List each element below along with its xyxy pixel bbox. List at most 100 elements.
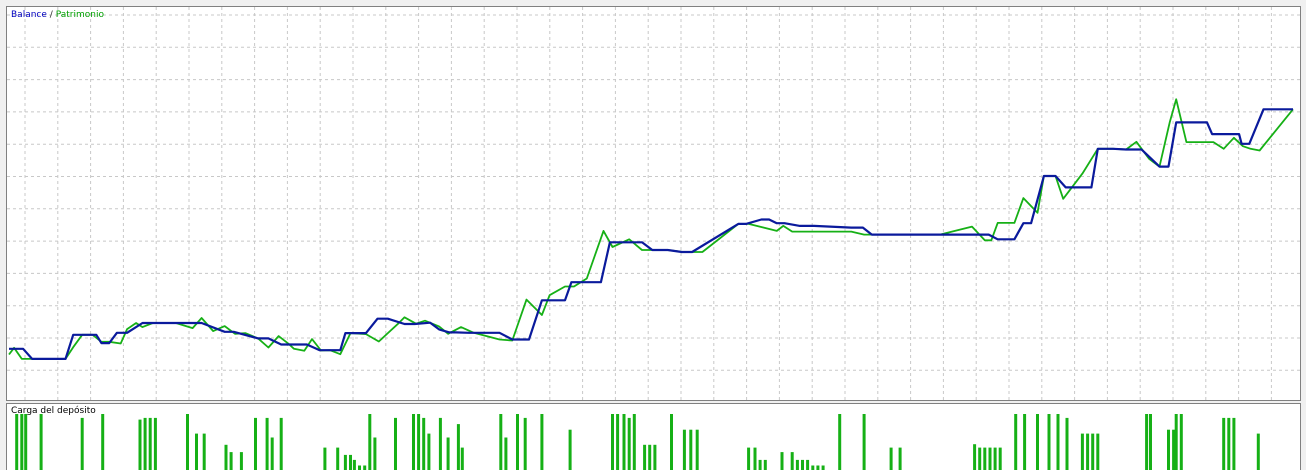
deposit-load-bar — [816, 465, 820, 470]
balance-series-line — [9, 108, 1293, 360]
deposit-load-bar — [412, 414, 415, 470]
deposit-load-bar — [422, 417, 426, 470]
deposit-load-bar — [516, 414, 519, 470]
deposit-load-bar — [270, 437, 274, 470]
deposit-load-panel: Carga del depósito — [6, 403, 1301, 470]
deposit-load-bar — [682, 429, 686, 470]
deposit-load-bar — [352, 459, 356, 470]
deposit-load-bar — [363, 465, 367, 470]
deposit-load-bar — [148, 417, 152, 470]
deposit-load-bar — [643, 444, 647, 470]
deposit-load-bar — [627, 417, 631, 470]
deposit-load-bar — [438, 417, 442, 470]
deposit-load-bar — [373, 437, 377, 470]
deposit-load-bar — [1065, 417, 1069, 470]
deposit-load-bar — [446, 437, 450, 470]
deposit-load-bar — [695, 429, 699, 470]
deposit-load-bar — [632, 414, 636, 470]
balance-equity-chart — [7, 7, 1300, 400]
deposit-load-bar — [983, 447, 987, 470]
deposit-load-bar — [1056, 414, 1060, 470]
deposit-load-bar — [15, 414, 19, 470]
deposit-load-bar — [1256, 433, 1260, 470]
deposit-load-bar — [648, 444, 652, 470]
deposit-load-bar — [616, 414, 620, 470]
deposit-load-bar — [1086, 433, 1090, 470]
deposit-load-bar — [1145, 414, 1149, 470]
deposit-load-bar — [101, 414, 105, 470]
deposit-load-bar — [254, 417, 257, 470]
deposit-load-bar — [153, 417, 157, 470]
deposit-load-bar — [229, 452, 233, 470]
deposit-load-bar — [973, 444, 977, 470]
deposit-load-bar — [993, 447, 997, 470]
deposit-load-bar — [1222, 417, 1226, 470]
deposit-load-bar — [143, 417, 147, 470]
deposit-load-bar — [988, 447, 992, 470]
deposit-load-bar — [358, 465, 361, 470]
deposit-load-bar — [753, 447, 757, 470]
balance-equity-panel: Balance / Patrimonio — [6, 6, 1301, 401]
legend-balance: Balance — [11, 10, 47, 20]
deposit-load-bar — [790, 452, 794, 470]
deposit-load-bar — [24, 414, 28, 470]
deposit-load-bar — [1179, 414, 1183, 470]
deposit-load-title: Carga del depósito — [11, 406, 96, 416]
chart-legend: Balance / Patrimonio — [11, 10, 104, 20]
deposit-load-bar — [670, 414, 673, 470]
deposit-load-bar — [795, 459, 799, 470]
deposit-load-bar — [611, 414, 614, 470]
deposit-load-bar — [1096, 433, 1100, 470]
deposit-load-bar — [1149, 414, 1152, 470]
deposit-load-bar — [186, 414, 189, 470]
deposit-load-bar — [417, 414, 421, 470]
deposit-load-bar — [460, 447, 464, 470]
deposit-load-bar — [1232, 417, 1236, 470]
deposit-load-bar — [1174, 414, 1178, 470]
deposit-load-bar — [1036, 414, 1039, 470]
deposit-load-bar — [978, 447, 982, 470]
deposit-load-bar — [394, 417, 397, 470]
deposit-load-bar — [80, 417, 84, 470]
deposit-load-bar — [456, 424, 460, 470]
deposit-load-bar — [653, 444, 657, 470]
deposit-load-chart — [15, 414, 1260, 470]
deposit-load-bar — [1172, 429, 1176, 470]
deposit-load-bar — [349, 454, 352, 470]
deposit-load-bar — [780, 452, 784, 470]
deposit-load-bar — [20, 414, 24, 470]
deposit-load-bar — [689, 429, 693, 470]
deposit-load-bar — [1167, 429, 1170, 470]
deposit-load-bar — [368, 414, 372, 470]
deposit-load-bar — [138, 419, 142, 470]
deposit-load-bar — [1091, 433, 1095, 470]
deposit-load-bar — [806, 459, 810, 470]
deposit-load-bar — [540, 414, 544, 470]
deposit-load-bar — [838, 414, 842, 470]
legend-equity: Patrimonio — [55, 10, 104, 20]
deposit-load-bar — [323, 447, 327, 470]
deposit-load-bar — [523, 417, 527, 470]
deposit-load-bar — [504, 437, 508, 470]
deposit-load-bar — [568, 429, 572, 470]
equity-series-line — [8, 98, 1294, 360]
deposit-load-bar — [343, 454, 347, 470]
deposit-load-bar — [889, 447, 893, 470]
deposit-load-bar — [758, 459, 762, 470]
deposit-load-bar — [862, 414, 866, 470]
deposit-load-bar — [811, 465, 815, 470]
deposit-load-bar — [279, 417, 283, 470]
deposit-load-bar — [1023, 414, 1027, 470]
deposit-load-bar — [998, 447, 1002, 470]
legend-separator: / — [49, 10, 53, 20]
deposit-load-bar — [747, 447, 751, 470]
deposit-load-bar — [622, 414, 626, 470]
deposit-load-bar — [39, 414, 43, 470]
deposit-load-bar — [265, 417, 269, 470]
deposit-load-bar — [1014, 414, 1018, 470]
deposit-load-bar — [763, 459, 767, 470]
deposit-load-bar — [801, 459, 804, 470]
deposit-load-bar — [224, 444, 228, 470]
chart-grid — [7, 7, 1300, 400]
deposit-load-bar — [202, 433, 206, 470]
